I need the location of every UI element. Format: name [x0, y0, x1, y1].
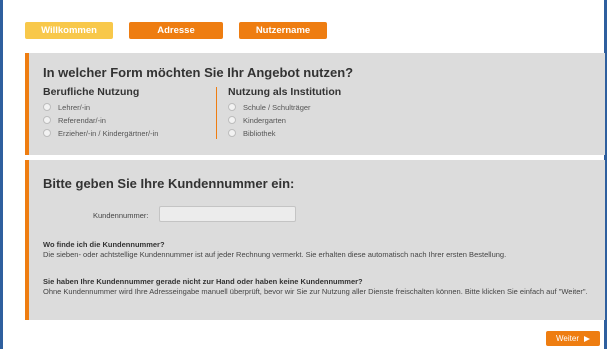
- radio-icon[interactable]: [228, 103, 236, 111]
- radio-schule[interactable]: Schule / Schulträger: [228, 102, 311, 112]
- radio-icon[interactable]: [43, 103, 51, 111]
- radio-referendar[interactable]: Referendar/-in: [43, 115, 106, 125]
- play-icon: [583, 335, 590, 342]
- radio-icon[interactable]: [228, 116, 236, 124]
- faq-answer: Die sieben- oder achtstellige Kundennumm…: [43, 250, 507, 259]
- radio-bibliothek[interactable]: Bibliothek: [228, 128, 276, 138]
- radio-label: Bibliothek: [243, 128, 276, 138]
- radio-label: Referendar/-in: [58, 115, 106, 125]
- professional-usage-title: Berufliche Nutzung: [43, 86, 140, 98]
- step-willkommen[interactable]: Willkommen: [25, 22, 113, 39]
- next-button-label: Weiter: [556, 334, 579, 343]
- radio-lehrer[interactable]: Lehrer/-in: [43, 102, 90, 112]
- radio-erzieher[interactable]: Erzieher/-in / Kindergärtner/-in: [43, 128, 158, 138]
- radio-icon[interactable]: [43, 116, 51, 124]
- usage-panel: In welcher Form möchten Sie Ihr Angebot …: [25, 53, 605, 155]
- customer-number-input[interactable]: [159, 206, 296, 222]
- faq-question: Wo finde ich die Kundennummer?: [43, 240, 165, 249]
- radio-label: Schule / Schulträger: [243, 102, 311, 112]
- institution-usage-title: Nutzung als Institution: [228, 86, 342, 98]
- customer-number-panel: Bitte geben Sie Ihre Kundennummer ein: K…: [25, 160, 605, 320]
- radio-label: Kindergarten: [243, 115, 286, 125]
- usage-title: In welcher Form möchten Sie Ihr Angebot …: [43, 65, 354, 80]
- faq-question: Sie haben Ihre Kundennummer gerade nicht…: [43, 277, 363, 286]
- step-nutzername[interactable]: Nutzername: [239, 22, 327, 39]
- column-divider: [216, 87, 217, 139]
- next-button[interactable]: Weiter: [546, 331, 600, 346]
- customer-number-label: Kundennummer:: [93, 211, 149, 220]
- faq-answer: Ohne Kundennummer wird Ihre Adresseingab…: [43, 287, 588, 296]
- radio-label: Erzieher/-in / Kindergärtner/-in: [58, 128, 159, 138]
- window-frame-left: [0, 0, 3, 349]
- radio-kindergarten[interactable]: Kindergarten: [228, 115, 286, 125]
- radio-icon[interactable]: [43, 129, 51, 137]
- customer-number-title: Bitte geben Sie Ihre Kundennummer ein:: [43, 176, 295, 191]
- step-progress: Willkommen Adresse Nutzername: [25, 22, 327, 39]
- radio-icon[interactable]: [228, 129, 236, 137]
- radio-label: Lehrer/-in: [58, 102, 91, 112]
- step-adresse[interactable]: Adresse: [129, 22, 223, 39]
